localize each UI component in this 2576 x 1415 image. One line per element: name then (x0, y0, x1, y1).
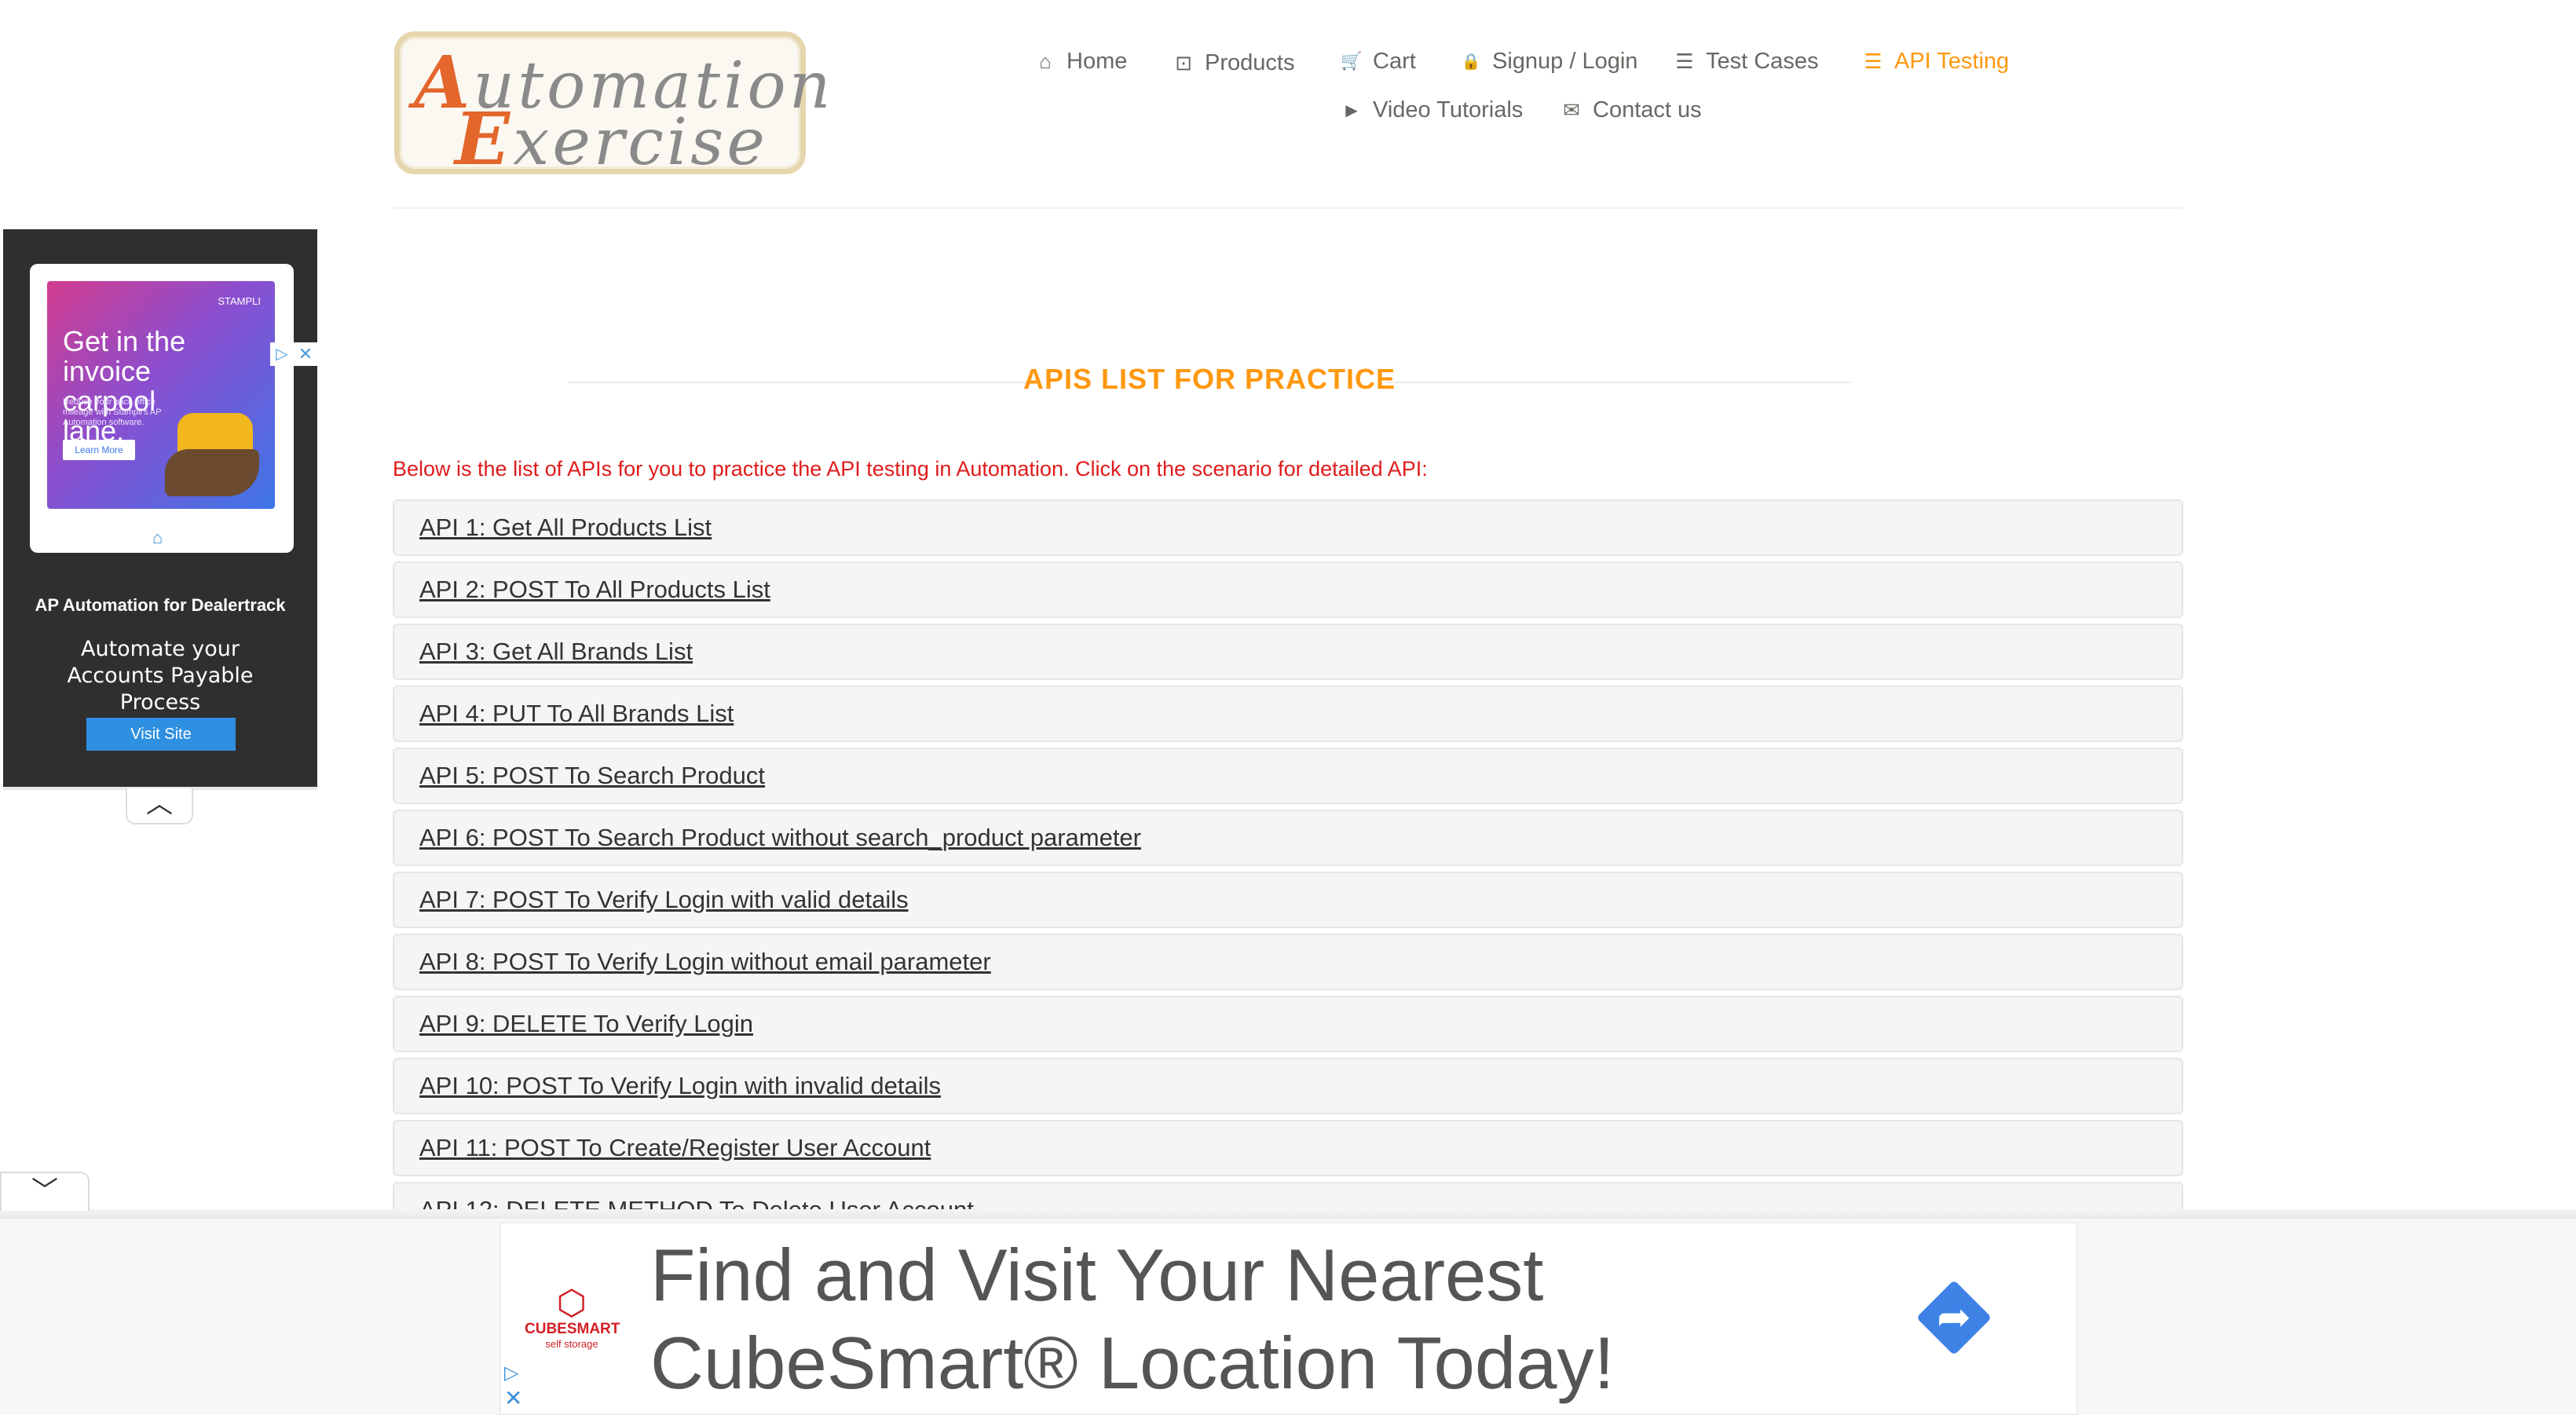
nav-cart[interactable]: 🛒 Cart (1340, 47, 1416, 75)
collapse-ad-button[interactable]: ︿ (126, 788, 193, 825)
close-icon[interactable]: ✕ (294, 342, 317, 366)
adchoices-icon[interactable]: ▷ (270, 342, 294, 366)
toggle-bottom-ad-button[interactable]: ﹀ (0, 1172, 90, 1211)
hand-illustration (165, 449, 259, 496)
briefcase-icon: ⊡ (1175, 50, 1192, 75)
envelope-icon: ✉ (1563, 97, 1580, 122)
api-link[interactable]: API 5: POST To Search Product (419, 762, 765, 790)
cart-icon: 🛒 (1341, 51, 1363, 71)
bottom-ad-shadow (0, 1209, 2576, 1219)
chevron-down-icon: ﹀ (31, 1176, 58, 1206)
visit-site-button[interactable]: Visit Site (86, 718, 236, 751)
side-ad-small-text: Reduce your back office mileage with Sta… (63, 397, 162, 427)
api-link[interactable]: API 2: POST To All Products List (419, 576, 770, 604)
api-item-1[interactable]: API 1: Get All Products List (393, 499, 2183, 556)
arrow-right-icon: ➦ (1937, 1295, 1971, 1340)
home-icon: ⌂ (1039, 49, 1052, 73)
adchoices-icon[interactable]: ▷ (504, 1362, 518, 1384)
api-item-12[interactable]: API 12: DELETE METHOD To Delete User Acc… (393, 1182, 2183, 1209)
nav-signup-login[interactable]: 🔒 Signup / Login (1459, 47, 1638, 75)
bottom-advertisement[interactable]: ⬡ CUBESMART self storage Find and Visit … (499, 1222, 2078, 1415)
api-item-3[interactable]: API 3: Get All Brands List (393, 623, 2183, 680)
api-link[interactable]: API 1: Get All Products List (419, 514, 712, 542)
api-item-6[interactable]: API 6: POST To Search Product without se… (393, 810, 2183, 866)
api-link[interactable]: API 6: POST To Search Product without se… (419, 824, 1141, 852)
cubesmart-logo: ⬡ CUBESMART self storage (525, 1284, 620, 1351)
api-item-9[interactable]: API 9: DELETE To Verify Login (393, 996, 2183, 1052)
api-item-4[interactable]: API 4: PUT To All Brands List (393, 686, 2183, 742)
nav-home[interactable]: ⌂ Home (1034, 47, 1127, 75)
list-icon: ☰ (1675, 49, 1694, 73)
cube-icon: ⬡ (556, 1284, 587, 1322)
side-ad-image[interactable]: STAMPLI Get in the invoice carpool lane.… (47, 281, 275, 509)
api-link[interactable]: API 4: PUT To All Brands List (419, 700, 734, 728)
nav-products[interactable]: ⊡ Products (1172, 49, 1294, 77)
api-link[interactable]: API 3: Get All Brands List (419, 638, 693, 666)
api-list: API 1: Get All Products List API 2: POST… (393, 499, 2183, 1209)
lock-icon: 🔒 (1461, 53, 1481, 71)
api-item-2[interactable]: API 2: POST To All Products List (393, 561, 2183, 618)
header-divider (393, 207, 2183, 209)
side-advertisement[interactable]: STAMPLI Get in the invoice carpool lane.… (3, 229, 317, 787)
chevron-up-icon: ︿ (146, 789, 173, 819)
side-ad-sponsor: AP Automation for Dealertrack (35, 595, 286, 615)
nav-video-tutorials[interactable]: ▶ Video Tutorials (1340, 96, 1523, 124)
api-link[interactable]: API 11: POST To Create/Register User Acc… (419, 1134, 931, 1162)
youtube-icon: ▶ (1345, 101, 1358, 119)
bottom-ad-headline: Find and Visit Your Nearest CubeSmart® L… (650, 1234, 1615, 1404)
learn-more-button[interactable]: Learn More (63, 440, 135, 460)
nav-api-testing[interactable]: ☰ API Testing (1861, 47, 2009, 75)
api-link[interactable]: API 8: POST To Verify Login without emai… (419, 948, 991, 976)
site-logo[interactable]: Automation Exercise (394, 31, 831, 181)
nav-contact-us[interactable]: ✉ Contact us (1560, 96, 1702, 124)
api-link[interactable]: API 12: DELETE METHOD To Delete User Acc… (419, 1196, 974, 1209)
api-item-7[interactable]: API 7: POST To Verify Login with valid d… (393, 872, 2183, 928)
close-icon[interactable]: ✕ (504, 1385, 522, 1411)
basket-icon: ⌂ (152, 528, 163, 547)
logo-line-2: Exercise (455, 97, 768, 181)
side-ad-tagline: Automate your Accounts Payable Process (67, 637, 254, 715)
list-icon: ☰ (1864, 49, 1883, 73)
section-title: APIS LIST FOR PRACTICE (1023, 363, 1396, 395)
nav-test-cases[interactable]: ☰ Test Cases (1673, 47, 1818, 75)
stampli-logo: STAMPLI (218, 295, 261, 307)
api-item-8[interactable]: API 8: POST To Verify Login without emai… (393, 934, 2183, 990)
api-item-10[interactable]: API 10: POST To Verify Login with invali… (393, 1058, 2183, 1114)
api-link[interactable]: API 7: POST To Verify Login with valid d… (419, 886, 909, 914)
side-ad-card[interactable]: STAMPLI Get in the invoice carpool lane.… (30, 264, 294, 553)
api-link[interactable]: API 9: DELETE To Verify Login (419, 1010, 753, 1038)
api-item-5[interactable]: API 5: POST To Search Product (393, 748, 2183, 804)
api-item-11[interactable]: API 11: POST To Create/Register User Acc… (393, 1120, 2183, 1176)
api-link[interactable]: API 10: POST To Verify Login with invali… (419, 1072, 941, 1100)
title-divider-right (1385, 382, 1852, 383)
intro-text: Below is the list of APIs for you to pra… (393, 457, 1428, 481)
title-divider-left (569, 382, 1034, 383)
